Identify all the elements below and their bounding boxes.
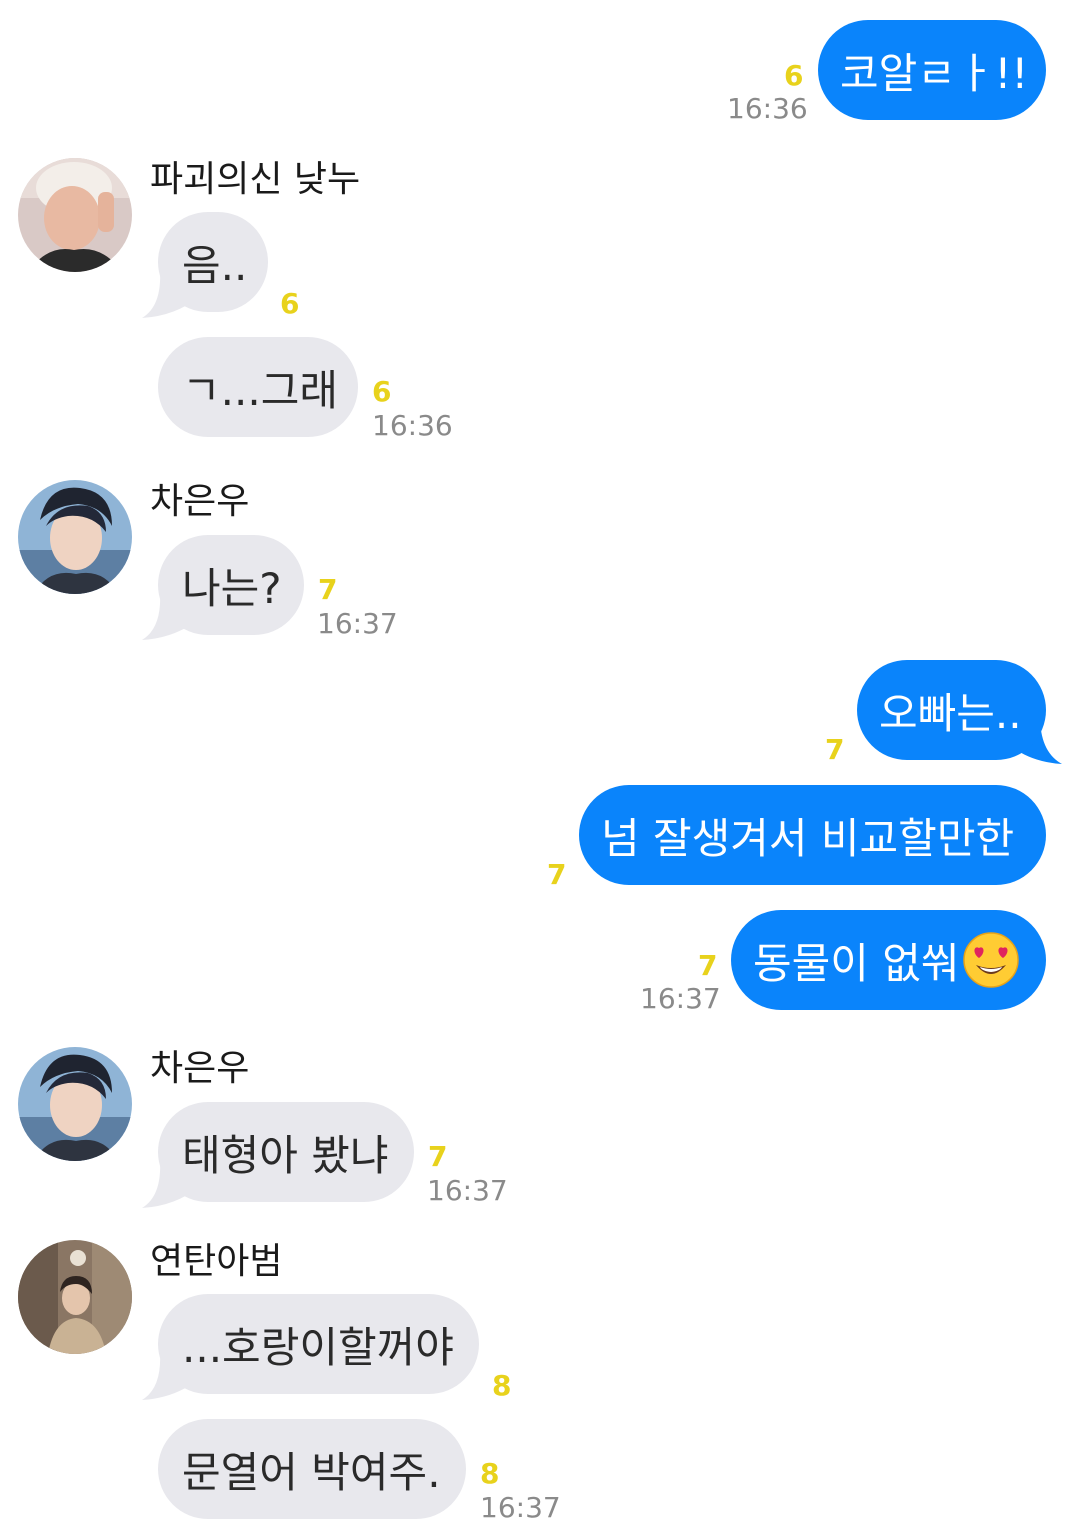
outgoing-message-bubble[interactable]: 넘 잘생겨서 비교할만한	[579, 785, 1046, 885]
outgoing-message-bubble[interactable]: 동물이 없쒀	[731, 910, 1046, 1010]
message-text: 태형아 봤냐	[182, 1130, 389, 1180]
message-text: 오빠는..	[879, 688, 1022, 738]
read-count: 7	[825, 733, 845, 766]
incoming-message-bubble[interactable]: ...호랑이할꺼야	[158, 1294, 479, 1394]
read-count: 7	[428, 1140, 448, 1173]
heart-eyes-emoji-icon	[962, 932, 1019, 988]
message-text: 문열어 박여주.	[182, 1447, 441, 1497]
message-text: 음..	[182, 240, 248, 290]
read-count: 7	[698, 949, 718, 982]
user-avatar-icon	[18, 480, 132, 594]
read-count: 6	[280, 287, 300, 320]
sender-name: 차은우	[150, 481, 250, 522]
message-text: 코알ㄹㅏ!!	[840, 48, 1029, 98]
incoming-message-bubble[interactable]: 태형아 봤냐	[158, 1102, 414, 1202]
avatar[interactable]	[18, 1240, 132, 1354]
avatar[interactable]	[18, 158, 132, 272]
sender-name: 파괴의신 낮누	[150, 159, 361, 200]
user-avatar-icon	[18, 158, 132, 272]
message-text: 동물이 없쒀	[753, 938, 960, 988]
incoming-message-bubble[interactable]: 문열어 박여주.	[158, 1419, 466, 1519]
read-count: 8	[492, 1369, 512, 1402]
timestamp: 16:36	[372, 409, 453, 442]
read-count: 8	[480, 1457, 500, 1490]
read-count: 6	[784, 59, 804, 92]
read-count: 7	[547, 858, 567, 891]
timestamp: 16:37	[640, 982, 721, 1015]
read-count: 6	[372, 375, 392, 408]
read-count: 7	[318, 573, 338, 606]
timestamp: 16:37	[480, 1491, 561, 1524]
outgoing-message-bubble[interactable]: 코알ㄹㅏ!!	[818, 20, 1046, 120]
avatar[interactable]	[18, 1047, 132, 1161]
sender-name: 연탄아범	[150, 1241, 283, 1282]
message-text: 나는?	[182, 563, 282, 613]
timestamp: 16:36	[727, 92, 808, 125]
message-text: 넘 잘생겨서 비교할만한	[601, 813, 1015, 863]
message-text: ...호랑이할꺼야	[182, 1322, 454, 1372]
avatar[interactable]	[18, 480, 132, 594]
timestamp: 16:37	[427, 1174, 508, 1207]
user-avatar-icon	[18, 1047, 132, 1161]
timestamp: 16:37	[317, 607, 398, 640]
user-avatar-icon	[18, 1240, 132, 1354]
incoming-message-bubble[interactable]: 음..	[158, 212, 268, 312]
incoming-message-bubble[interactable]: ㄱ...그래	[158, 337, 358, 437]
message-text: ㄱ...그래	[182, 365, 338, 415]
outgoing-message-bubble[interactable]: 오빠는..	[857, 660, 1046, 760]
incoming-message-bubble[interactable]: 나는?	[158, 535, 304, 635]
sender-name: 차은우	[150, 1048, 250, 1089]
